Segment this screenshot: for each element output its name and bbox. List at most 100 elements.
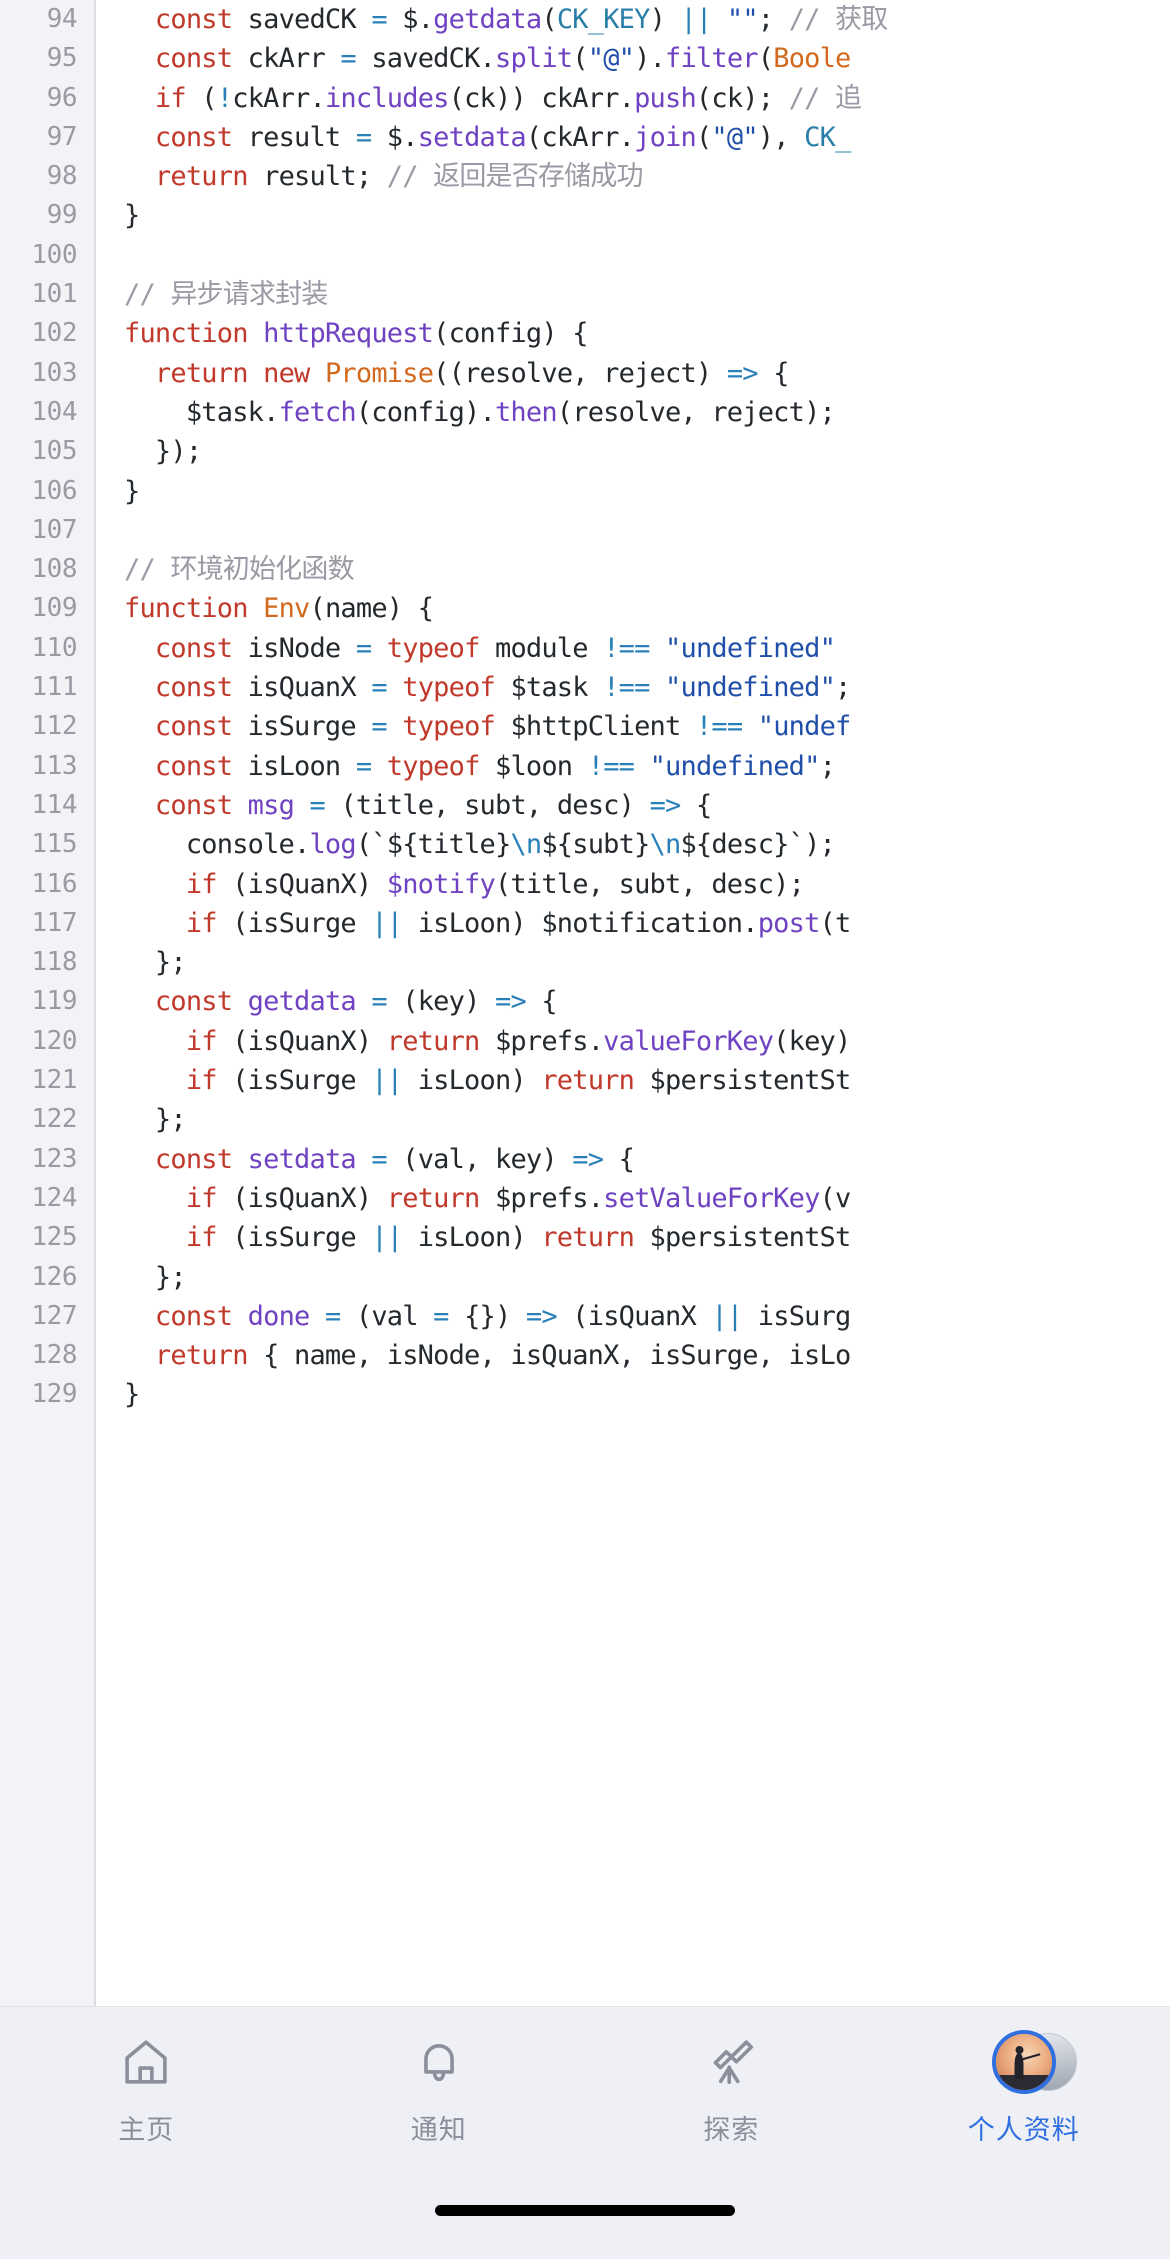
line-number: 117 xyxy=(31,907,78,938)
code-token: = xyxy=(371,4,387,35)
home-indicator[interactable] xyxy=(435,2204,735,2216)
bottom-tab-bar: 主页 通知 探索 个人资料 xyxy=(0,2006,1170,2259)
code-line[interactable]: // 异步请求封装 xyxy=(124,275,1170,314)
code-token: return xyxy=(386,1182,481,1214)
code-line[interactable]: if (isSurge || isLoon) $notification.pos… xyxy=(124,904,1170,943)
code-token: => xyxy=(495,986,527,1018)
code-token: join xyxy=(634,121,697,153)
code-line[interactable]: const getdata = (key) => { xyxy=(124,982,1170,1021)
code-token: } xyxy=(124,1379,140,1411)
code-line[interactable]: const isNode = typeof module !== "undefi… xyxy=(124,629,1170,668)
code-token: (`${title} xyxy=(355,829,511,861)
code-line[interactable] xyxy=(124,236,1170,275)
tab-notifications[interactable]: 通知 xyxy=(293,2029,586,2175)
code-line[interactable]: const done = (val = {}) => (isQuanX || i… xyxy=(124,1297,1170,1336)
tab-home[interactable]: 主页 xyxy=(0,2029,293,2175)
code-line[interactable]: } xyxy=(124,196,1170,235)
code-token: function xyxy=(124,318,248,350)
code-token: if xyxy=(185,1182,218,1214)
line-number: 118 xyxy=(31,947,78,978)
code-line[interactable]: const isLoon = typeof $loon !== "undefin… xyxy=(124,747,1170,786)
code-line[interactable]: } xyxy=(124,472,1170,511)
code-line[interactable]: if (isSurge || isLoon) return $persisten… xyxy=(124,1218,1170,1257)
code-token: } xyxy=(124,200,140,232)
code-line[interactable]: $task.fetch(config).then(resolve, reject… xyxy=(124,393,1170,432)
code-line[interactable]: return result; // 返回是否存储成功 xyxy=(124,157,1170,196)
code-token: const xyxy=(154,632,233,664)
code-line[interactable]: const isSurge = typeof $httpClient !== "… xyxy=(124,707,1170,746)
code-token: || xyxy=(371,1065,403,1097)
tab-profile[interactable]: 个人资料 xyxy=(878,2029,1170,2175)
code-line[interactable]: const isQuanX = typeof $task !== "undefi… xyxy=(124,668,1170,707)
line-number: 110 xyxy=(31,632,78,663)
avatar-figure xyxy=(1014,2052,1024,2079)
code-line[interactable]: }); xyxy=(124,432,1170,471)
code-token: || xyxy=(371,1222,403,1254)
code-token: "undefined" xyxy=(665,632,836,664)
code-token: "" xyxy=(726,4,759,35)
code-line[interactable] xyxy=(124,511,1170,550)
code-token: $loon xyxy=(479,750,588,782)
code-line[interactable]: // 环境初始化函数 xyxy=(124,550,1170,589)
code-line[interactable]: if (isQuanX) return $prefs.setValueForKe… xyxy=(124,1179,1170,1218)
code-token: ; xyxy=(819,750,836,782)
code-token: ${desc}`); xyxy=(680,829,836,861)
line-number: 120 xyxy=(31,1025,78,1056)
code-line[interactable]: console.log(`${title}\n${subt}\n${desc}`… xyxy=(124,825,1170,864)
code-token: // 追 xyxy=(788,82,862,114)
code-token: const xyxy=(154,121,233,153)
line-number: 129 xyxy=(31,1379,78,1410)
tab-explore[interactable]: 探索 xyxy=(585,2029,878,2175)
code-token: (v xyxy=(819,1182,852,1214)
code-token: if xyxy=(185,907,218,939)
code-token: return xyxy=(154,357,249,389)
code-token: (isQuanX) xyxy=(216,1025,387,1057)
line-number: 96 xyxy=(46,82,78,113)
code-token: return xyxy=(541,1065,635,1097)
code-line[interactable]: function httpRequest(config) { xyxy=(124,314,1170,353)
code-token: $. xyxy=(386,4,434,35)
code-line[interactable]: const msg = (title, subt, desc) => { xyxy=(124,786,1170,825)
code-line[interactable]: const result = $.setdata(ckArr.join("@")… xyxy=(124,118,1170,157)
code-line[interactable]: } xyxy=(124,1375,1170,1414)
bell-icon xyxy=(406,2029,472,2095)
code-line[interactable]: }; xyxy=(124,1100,1170,1139)
code-token: !== xyxy=(695,711,743,743)
code-line[interactable]: const setdata = (val, key) => { xyxy=(124,1140,1170,1179)
line-number: 101 xyxy=(31,279,78,310)
line-number: 125 xyxy=(31,1222,78,1253)
code-token: $notify xyxy=(386,868,496,900)
line-number: 109 xyxy=(31,593,78,624)
line-number: 106 xyxy=(31,475,78,506)
code-token: then xyxy=(494,396,558,428)
code-token: isLoon) xyxy=(402,1065,542,1097)
tab-notifications-label: 通知 xyxy=(410,2115,467,2146)
line-number: 100 xyxy=(31,239,78,270)
code-line[interactable]: if (isQuanX) $notify(title, subt, desc); xyxy=(124,865,1170,904)
code-line[interactable]: function Env(name) { xyxy=(124,589,1170,628)
code-content[interactable]: const savedCK = $.getdata(CK_KEY) || "";… xyxy=(96,0,1170,2006)
code-token: valueForKey xyxy=(603,1025,774,1057)
code-line[interactable]: if (isSurge || isLoon) return $persisten… xyxy=(124,1061,1170,1100)
code-line[interactable]: }; xyxy=(124,1258,1170,1297)
code-line[interactable]: return new Promise((resolve, reject) => … xyxy=(124,354,1170,393)
code-line[interactable]: const savedCK = $.getdata(CK_KEY) || "";… xyxy=(124,0,1170,39)
code-viewer[interactable]: 94 95 96 97 98 99 100 101 102 103 104 105 106 107 108 1… xyxy=(0,0,1170,2006)
code-line[interactable]: }; xyxy=(124,943,1170,982)
code-line[interactable]: if (isQuanX) return $prefs.valueForKey(k… xyxy=(124,1022,1170,1061)
code-line[interactable]: if (!ckArr.includes(ck)) ckArr.push(ck);… xyxy=(124,79,1170,118)
code-line[interactable]: return { name, isNode, isQuanX, isSurge,… xyxy=(124,1336,1170,1375)
code-line[interactable]: const ckArr = savedCK.split("@").filter(… xyxy=(124,39,1170,78)
